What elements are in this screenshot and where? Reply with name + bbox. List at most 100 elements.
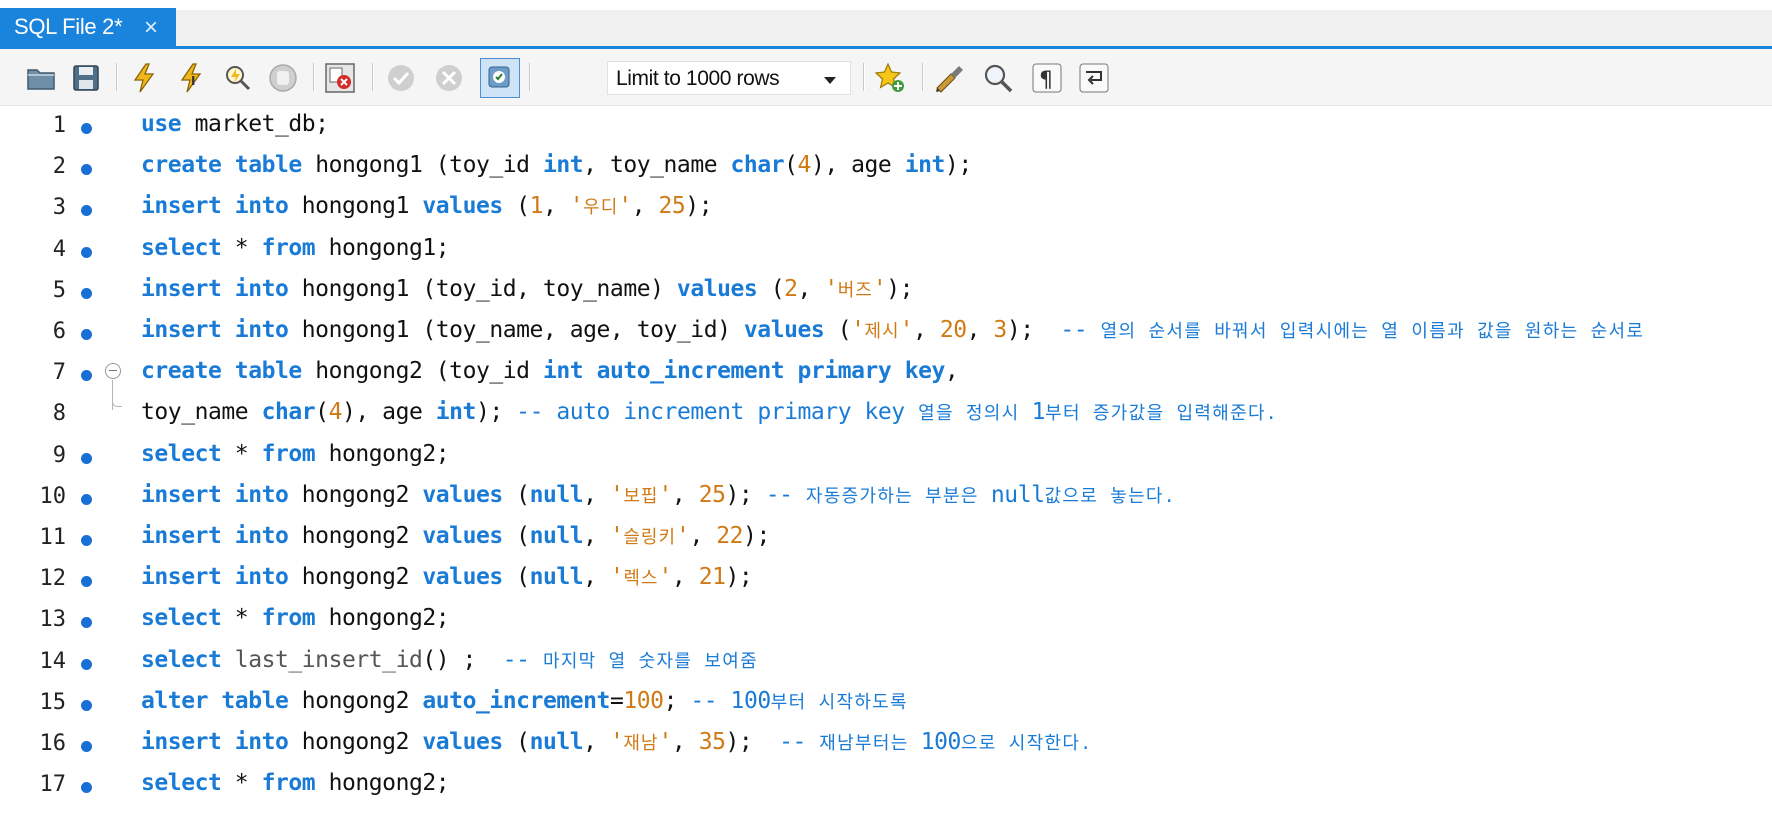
statement-marker-icon[interactable] bbox=[81, 164, 92, 176]
statement-marker-icon[interactable] bbox=[81, 658, 92, 670]
statement-marker-icon[interactable] bbox=[81, 576, 92, 588]
code-line[interactable]: 14 select last_insert_id() ; -- 마지막 열 숫자를… bbox=[0, 642, 1772, 684]
execute-current-icon[interactable]: I bbox=[174, 61, 208, 95]
invisible-chars-icon[interactable]: ¶ bbox=[1030, 61, 1064, 95]
code-token: 22 bbox=[716, 523, 744, 549]
code-line[interactable]: 5 insert into hongong1 (toy_id, toy_name)… bbox=[0, 271, 1772, 313]
code-text[interactable]: insert into hongong2 values (null, '슬링키'… bbox=[141, 523, 770, 549]
code-line[interactable]: 1 use market_db; bbox=[0, 106, 1772, 148]
code-text[interactable]: select * from hongong2; bbox=[141, 770, 450, 797]
statement-marker-icon[interactable] bbox=[81, 329, 92, 340]
code-text[interactable]: alter table hongong2 auto_increment=100;… bbox=[141, 688, 908, 714]
code-line[interactable]: 15 alter table hongong2 auto_increment=10… bbox=[0, 683, 1772, 725]
statement-marker-icon[interactable] bbox=[81, 287, 92, 299]
toggle-error-icon[interactable] bbox=[323, 61, 357, 95]
code-token: table bbox=[234, 152, 302, 179]
statement-marker-icon[interactable] bbox=[81, 246, 92, 258]
statement-marker-icon[interactable] bbox=[81, 452, 92, 464]
code-line[interactable]: 13 select * from hongong2; bbox=[0, 600, 1772, 642]
statement-marker-icon[interactable] bbox=[81, 741, 92, 752]
explain-icon[interactable] bbox=[220, 61, 254, 95]
toolbar-separator bbox=[116, 63, 118, 91]
code-token: hongong1 (toy_id, toy_name) bbox=[288, 275, 677, 302]
code-text[interactable]: insert into hongong1 (toy_id, toy_name) … bbox=[141, 276, 913, 302]
statement-marker-icon[interactable] bbox=[81, 370, 92, 382]
rollback-icon[interactable] bbox=[432, 61, 466, 95]
toolbar-separator bbox=[863, 63, 865, 91]
statement-marker-icon[interactable] bbox=[81, 493, 92, 505]
limit-rows-select[interactable]: Limit to 1000 rows bbox=[607, 61, 851, 95]
code-token: 35 bbox=[698, 729, 726, 755]
code-token: null bbox=[529, 481, 584, 508]
code-token: , bbox=[671, 481, 699, 508]
word-wrap-icon[interactable] bbox=[1077, 61, 1111, 95]
code-line[interactable]: 11 insert into hongong2 values (null, '슬링… bbox=[0, 518, 1772, 560]
code-token: toy_name bbox=[141, 399, 262, 426]
code-line[interactable]: 6 insert into hongong1 (toy_name, age, to… bbox=[0, 312, 1772, 354]
tab-sql-file[interactable]: SQL File 2* × bbox=[0, 8, 176, 46]
code-text[interactable]: insert into hongong1 (toy_name, age, toy… bbox=[141, 317, 1644, 343]
code-token: ; bbox=[663, 687, 691, 714]
execute-icon[interactable] bbox=[127, 61, 161, 95]
code-line[interactable]: 12 insert into hongong2 values (null, '렉스… bbox=[0, 559, 1772, 601]
statement-marker-icon[interactable] bbox=[81, 617, 92, 629]
code-text[interactable]: select * from hongong2; bbox=[141, 605, 450, 632]
code-token: insert bbox=[141, 523, 222, 549]
code-token: hongong1 (toy_name, age, toy_id) bbox=[288, 317, 744, 343]
code-line[interactable]: 10 insert into hongong2 values (null, '보핍… bbox=[0, 477, 1772, 519]
line-number: 5 bbox=[52, 277, 66, 303]
line-number: 6 bbox=[52, 319, 66, 344]
chevron-down-icon[interactable] bbox=[824, 77, 836, 84]
save-icon[interactable] bbox=[69, 61, 103, 95]
code-text[interactable]: select last_insert_id() ; -- 마지막 열 숫자를 보… bbox=[141, 647, 758, 673]
statement-marker-icon[interactable] bbox=[81, 699, 92, 711]
commit-icon[interactable] bbox=[384, 61, 418, 95]
statement-marker-icon[interactable] bbox=[81, 123, 92, 134]
code-token: ' bbox=[676, 523, 690, 549]
code-text[interactable]: select * from hongong1; bbox=[141, 235, 450, 261]
stop-icon[interactable] bbox=[266, 61, 300, 95]
open-folder-icon[interactable] bbox=[24, 61, 58, 95]
code-token: 4 bbox=[328, 399, 343, 426]
statement-marker-icon[interactable] bbox=[81, 782, 92, 794]
code-token: 100 bbox=[920, 729, 962, 755]
bookmark-icon[interactable] bbox=[873, 61, 907, 95]
code-text[interactable]: insert into hongong2 values (null, '재남',… bbox=[141, 729, 1092, 755]
code-text[interactable]: toy_name char(4), age int); -- auto incr… bbox=[141, 399, 1278, 425]
beautify-icon[interactable] bbox=[933, 61, 967, 95]
code-token: select bbox=[141, 770, 222, 797]
code-line[interactable]: 8 toy_name char(4), age int); -- auto inc… bbox=[0, 394, 1772, 436]
code-text[interactable]: create table hongong2 (toy_id int auto_i… bbox=[141, 358, 959, 384]
code-line[interactable]: 9 select * from hongong2; bbox=[0, 436, 1772, 478]
code-token: ' bbox=[851, 317, 865, 343]
code-text[interactable]: insert into hongong2 values (null, '렉스',… bbox=[141, 564, 753, 590]
code-token: -- bbox=[1060, 317, 1101, 343]
code-line[interactable]: 16 insert into hongong2 values (null, '재남… bbox=[0, 724, 1772, 766]
code-token: -- 100 bbox=[690, 687, 771, 714]
code-line[interactable]: 17 select * from hongong2; bbox=[0, 765, 1772, 807]
code-text[interactable]: select * from hongong2; bbox=[141, 441, 450, 467]
code-line[interactable]: 7 create table hongong2 (toy_id int auto_… bbox=[0, 353, 1772, 411]
toolbar-separator bbox=[313, 63, 315, 91]
code-token: into bbox=[234, 523, 289, 549]
code-text[interactable]: insert into hongong2 values (null, '보핍',… bbox=[141, 482, 1176, 508]
fold-toggle-icon[interactable] bbox=[105, 363, 121, 380]
statement-marker-icon[interactable] bbox=[81, 205, 92, 217]
statement-marker-icon[interactable] bbox=[81, 535, 92, 546]
code-token: 1 bbox=[529, 193, 544, 220]
code-line[interactable]: 2 create table hongong1 (toy_id int, toy_… bbox=[0, 147, 1772, 189]
code-text[interactable]: use market_db; bbox=[141, 111, 329, 137]
code-line[interactable]: 3 insert into hongong1 values (1, '우디', 2… bbox=[0, 188, 1772, 230]
code-token: into bbox=[234, 481, 289, 508]
code-token: ); bbox=[685, 193, 713, 220]
sql-code-editor[interactable]: 1 use market_db; 2 create table hongong1 (t… bbox=[0, 106, 1772, 818]
tab-close-icon[interactable]: × bbox=[144, 14, 158, 42]
code-text[interactable]: create table hongong1 (toy_id int, toy_n… bbox=[141, 152, 972, 178]
code-line[interactable]: 4 select * from hongong1; bbox=[0, 230, 1772, 272]
find-icon[interactable] bbox=[981, 61, 1015, 95]
code-token: select bbox=[141, 605, 222, 632]
code-text[interactable]: insert into hongong1 values (1, '우디', 25… bbox=[141, 193, 713, 220]
autocommit-icon[interactable] bbox=[480, 58, 520, 98]
